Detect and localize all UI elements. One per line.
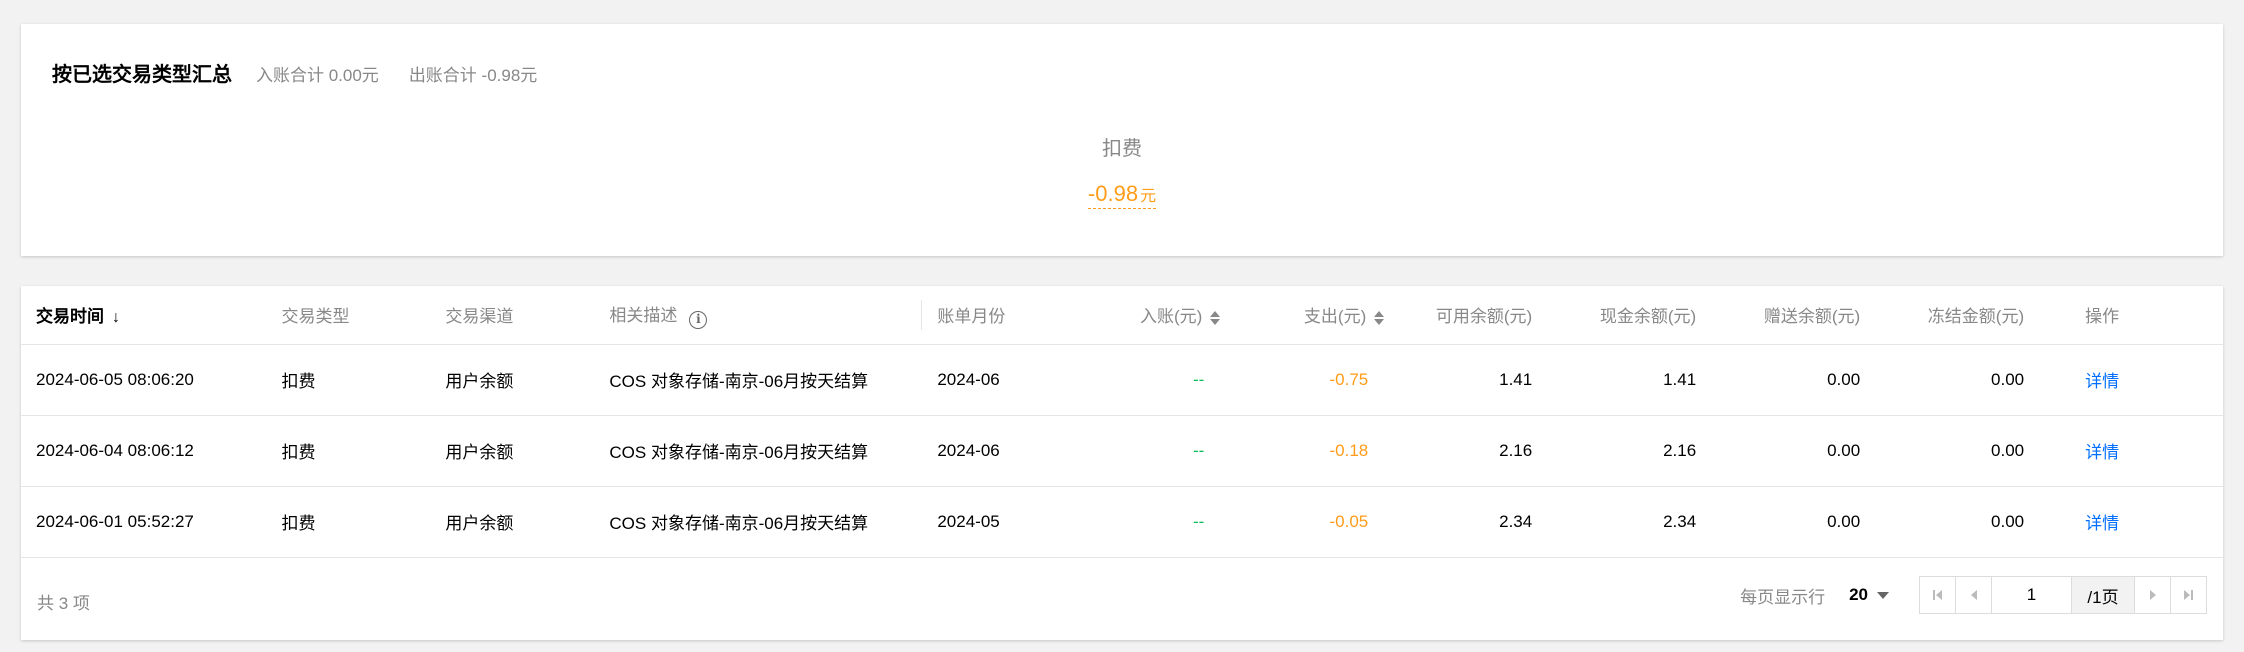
col-header-gift: 赠送余额(元) bbox=[1742, 286, 1907, 345]
col-header-expense[interactable]: 支出(元) bbox=[1250, 286, 1415, 345]
pagination: 每页显示行 20 /1页 bbox=[1740, 576, 2207, 614]
next-page-icon bbox=[2149, 590, 2156, 600]
table-row: 2024-06-04 08:06:12 扣费 用户余额 COS 对象存储-南京-… bbox=[21, 415, 2223, 487]
transactions-card: 交易时间 ↓ 交易类型 交易渠道 相关描述 i 账单月份 入账(元) 支出(元) 可… bbox=[21, 286, 2223, 640]
total-pages: /1页 bbox=[2072, 577, 2134, 613]
cell-available: 1.41 bbox=[1414, 344, 1579, 416]
next-page-button[interactable] bbox=[2134, 577, 2170, 613]
first-page-button[interactable] bbox=[1920, 577, 1956, 613]
cell-type: 扣费 bbox=[266, 344, 431, 416]
cell-income: -- bbox=[1086, 486, 1251, 558]
prev-page-icon bbox=[1970, 590, 1977, 600]
sort-icon bbox=[1374, 310, 1385, 325]
col-header-type: 交易类型 bbox=[266, 286, 431, 345]
summary-type-label: 扣费 bbox=[1102, 138, 1142, 160]
summary-breakdown: 扣费 -0.98 元 bbox=[21, 132, 2223, 209]
cell-desc: COS 对象存储-南京-06月按天结算 bbox=[594, 415, 923, 487]
total-count: 共 3 项 bbox=[37, 594, 90, 613]
cell-month: 2024-05 bbox=[922, 486, 1087, 558]
transactions-table: 交易时间 ↓ 交易类型 交易渠道 相关描述 i 账单月份 入账(元) 支出(元) 可… bbox=[21, 286, 2223, 558]
cell-desc: COS 对象存储-南京-06月按天结算 bbox=[594, 486, 923, 558]
details-link[interactable]: 详情 bbox=[2070, 486, 2223, 558]
cell-cash: 2.16 bbox=[1578, 415, 1743, 487]
cell-income: -- bbox=[1086, 415, 1251, 487]
col-header-time[interactable]: 交易时间 ↓ bbox=[21, 286, 267, 345]
summary-header: 按已选交易类型汇总 入账合计 0.00元 出账合计 -0.98元 bbox=[52, 58, 537, 87]
cell-frozen: 0.00 bbox=[1906, 344, 2071, 416]
cell-time: 2024-06-04 08:06:12 bbox=[21, 415, 267, 487]
page-size-select[interactable]: 20 bbox=[1849, 585, 1889, 605]
chevron-down-icon bbox=[1877, 591, 1889, 599]
cell-gift: 0.00 bbox=[1742, 344, 1907, 416]
info-icon[interactable]: i bbox=[689, 310, 708, 329]
last-page-button[interactable] bbox=[2170, 577, 2206, 613]
first-page-icon bbox=[1933, 590, 1942, 600]
col-header-income[interactable]: 入账(元) bbox=[1086, 286, 1251, 345]
col-header-month: 账单月份 bbox=[922, 286, 1087, 345]
cell-channel: 用户余额 bbox=[430, 486, 595, 558]
cell-expense: -0.75 bbox=[1250, 344, 1415, 416]
cell-month: 2024-06 bbox=[922, 415, 1087, 487]
summary-title: 按已选交易类型汇总 bbox=[52, 64, 232, 86]
page-size-value: 20 bbox=[1849, 585, 1868, 604]
cell-time: 2024-06-05 08:06:20 bbox=[21, 344, 267, 416]
cell-gift: 0.00 bbox=[1742, 415, 1907, 487]
cell-cash: 1.41 bbox=[1578, 344, 1743, 416]
cell-type: 扣费 bbox=[266, 415, 431, 487]
cell-month: 2024-06 bbox=[922, 344, 1087, 416]
summary-card: 按已选交易类型汇总 入账合计 0.00元 出账合计 -0.98元 扣费 -0.9… bbox=[21, 24, 2223, 256]
sort-icon bbox=[1210, 310, 1221, 325]
details-link[interactable]: 详情 bbox=[2070, 415, 2223, 487]
cell-expense: -0.18 bbox=[1250, 415, 1415, 487]
cell-expense: -0.05 bbox=[1250, 486, 1415, 558]
cell-channel: 用户余额 bbox=[430, 344, 595, 416]
sort-down-icon: ↓ bbox=[112, 309, 120, 327]
expense-total: 出账合计 -0.98元 bbox=[408, 66, 538, 85]
cell-time: 2024-06-01 05:52:27 bbox=[21, 486, 267, 558]
details-link[interactable]: 详情 bbox=[2070, 344, 2223, 416]
col-header-channel: 交易渠道 bbox=[430, 286, 595, 345]
last-page-icon bbox=[2184, 590, 2193, 600]
table-header-row: 交易时间 ↓ 交易类型 交易渠道 相关描述 i 账单月份 入账(元) 支出(元) 可… bbox=[21, 286, 2223, 345]
cell-cash: 2.34 bbox=[1578, 486, 1743, 558]
col-header-frozen: 冻结金额(元) bbox=[1906, 286, 2071, 345]
cell-frozen: 0.00 bbox=[1906, 486, 2071, 558]
summary-amount-link[interactable]: -0.98 元 bbox=[1087, 181, 1157, 209]
summary-amount: -0.98 bbox=[1087, 181, 1139, 206]
col-header-cash: 现金余额(元) bbox=[1578, 286, 1743, 345]
cell-available: 2.34 bbox=[1414, 486, 1579, 558]
summary-unit: 元 bbox=[1140, 188, 1157, 205]
income-total: 入账合计 0.00元 bbox=[256, 66, 379, 85]
page-number-input[interactable] bbox=[1992, 577, 2072, 613]
page-navigator: /1页 bbox=[1919, 576, 2207, 614]
cell-type: 扣费 bbox=[266, 486, 431, 558]
cell-income: -- bbox=[1086, 344, 1251, 416]
prev-page-button[interactable] bbox=[1956, 577, 1992, 613]
table-row: 2024-06-05 08:06:20 扣费 用户余额 COS 对象存储-南京-… bbox=[21, 344, 2223, 416]
rows-per-page-label: 每页显示行 bbox=[1740, 587, 1826, 607]
table-footer: 共 3 项 每页显示行 20 /1页 bbox=[21, 558, 2223, 640]
col-header-action: 操作 bbox=[2070, 286, 2223, 345]
col-header-available: 可用余额(元) bbox=[1414, 286, 1579, 345]
cell-available: 2.16 bbox=[1414, 415, 1579, 487]
table-row: 2024-06-01 05:52:27 扣费 用户余额 COS 对象存储-南京-… bbox=[21, 486, 2223, 558]
cell-desc: COS 对象存储-南京-06月按天结算 bbox=[594, 344, 923, 416]
col-header-desc: 相关描述 i bbox=[594, 286, 923, 345]
cell-gift: 0.00 bbox=[1742, 486, 1907, 558]
cell-frozen: 0.00 bbox=[1906, 415, 2071, 487]
cell-channel: 用户余额 bbox=[430, 415, 595, 487]
